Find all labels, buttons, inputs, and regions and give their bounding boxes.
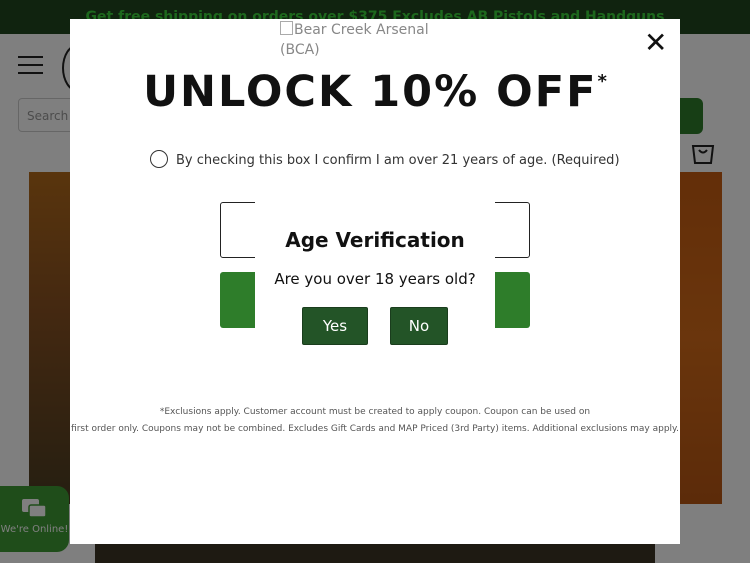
age-confirm-label: By checking this box I confirm I am over… [176, 153, 620, 168]
no-button[interactable]: No [390, 307, 448, 345]
age-verification-dialog: Age Verification Are you over 18 years o… [255, 190, 495, 373]
close-button[interactable]: ✕ [644, 29, 667, 57]
age-confirm-row[interactable]: By checking this box I confirm I am over… [150, 150, 620, 168]
broken-image-icon [280, 21, 293, 35]
dialog-question: Are you over 18 years old? [274, 270, 476, 288]
age-confirm-checkbox[interactable] [150, 150, 168, 168]
disclaimer: *Exclusions apply. Customer account must… [70, 404, 680, 438]
headline-text: UNLOCK 10% OFF [143, 67, 598, 117]
headline-asterisk: * [597, 71, 607, 92]
yes-button[interactable]: Yes [302, 307, 368, 345]
brand-logo: Bear Creek Arsenal (BCA) [280, 20, 450, 60]
logo-alt-text: Bear Creek Arsenal (BCA) [280, 22, 429, 58]
disclaimer-line-1: *Exclusions apply. Customer account must… [159, 407, 591, 417]
dialog-title: Age Verification [285, 228, 465, 252]
disclaimer-line-2: first order only. Coupons may not be com… [71, 424, 679, 434]
promo-headline: UNLOCK 10% OFF* [70, 67, 680, 117]
